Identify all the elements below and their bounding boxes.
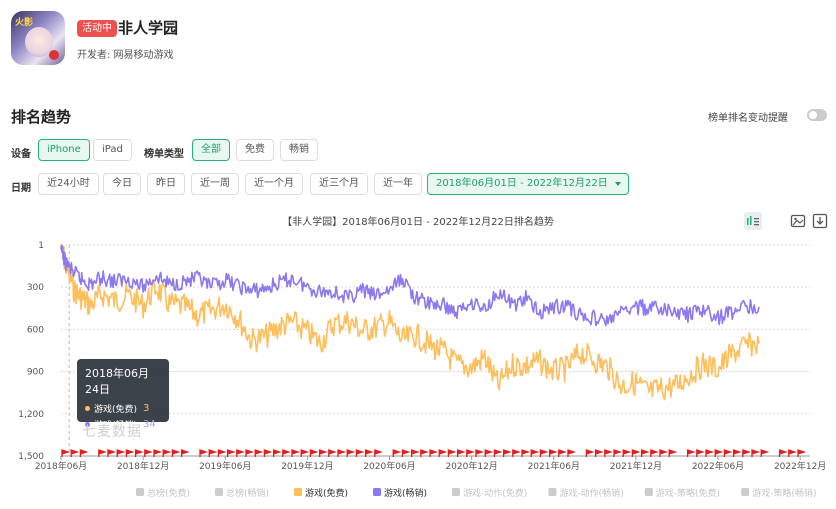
legend-item: 游戏-策略(畅销)	[752, 487, 816, 499]
x-tick-label: 2021年06月	[528, 460, 580, 472]
legend-swatch	[294, 488, 302, 496]
legend-item: 总榜(畅销)	[226, 487, 269, 499]
y-tick-label: 900	[27, 368, 44, 378]
watermark: 七麦数据	[82, 424, 142, 440]
legend-item: 总榜(免费)	[147, 487, 190, 499]
legend-item: 游戏-策略(免费)	[656, 487, 720, 499]
legend-swatch	[741, 488, 750, 496]
x-tick-label: 2019年06月	[199, 460, 251, 472]
legend-swatch	[452, 488, 460, 496]
tooltip-row-grossing-value: 34	[143, 419, 156, 430]
x-tick-label: 2022年12月	[774, 460, 826, 472]
legend-swatch	[136, 488, 144, 496]
legend-item: 游戏-动作(畅销)	[559, 487, 623, 499]
chart-legend: 总榜(免费) 总榜(畅销) 游戏(免费) 游戏(畅销) 游戏-动作(免费) 游戏-动作(畅…	[136, 487, 816, 499]
tooltip-row-free-name: 游戏(免费)	[94, 405, 138, 415]
tooltip-row-free-value: 3	[143, 403, 150, 414]
x-tick-label: 2021年12月	[610, 460, 662, 472]
chart-tooltip: 2018年06月24日 游戏(免费) 3 游戏(畅销) 34	[77, 359, 169, 431]
legend-item: 游戏-动作(免费)	[463, 487, 527, 499]
y-tick-label: 1	[38, 241, 44, 251]
x-tick-label: 2022年06月	[692, 460, 744, 472]
x-axis: 2018年06月 2018年12月 2019年06月 2019年12月 2020年06月…	[35, 455, 826, 472]
x-tick-label: 2020年12月	[445, 460, 497, 472]
series-line-grossing	[60, 244, 760, 327]
legend-swatch	[215, 488, 223, 496]
y-tick-label: 1,200	[18, 410, 44, 420]
y-axis: 1 300 600 900 1,200 1,500	[18, 241, 44, 462]
legend-swatch	[373, 488, 381, 496]
legend-item: 游戏(免费)	[305, 487, 348, 499]
y-tick-label: 600	[27, 325, 44, 335]
legend-item: 游戏(畅销)	[384, 487, 427, 499]
x-tick-label: 2018年06月	[35, 460, 87, 472]
legend-swatch	[644, 488, 653, 496]
tooltip-row-free: 游戏(免费) 3	[85, 402, 161, 415]
x-tick-label: 2020年06月	[363, 460, 415, 472]
legend-swatch	[548, 488, 557, 496]
x-tick-label: 2019年12月	[281, 460, 333, 472]
y-tick-label: 1,500	[18, 452, 44, 462]
tooltip-date: 2018年06月24日	[85, 367, 149, 396]
y-tick-label: 300	[27, 283, 44, 293]
x-tick-label: 2018年12月	[117, 460, 169, 472]
